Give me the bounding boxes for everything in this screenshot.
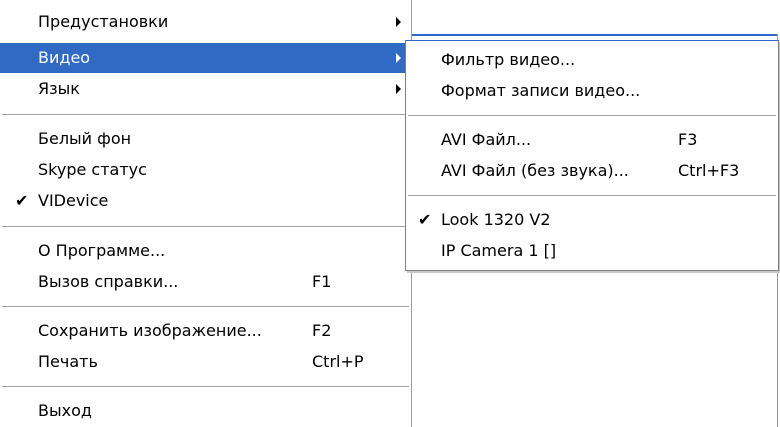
menu-item-label: Формат записи видео... <box>441 81 641 100</box>
menu-item-video[interactable]: Видео <box>0 43 411 73</box>
menu-item-label: Skype статус <box>38 160 147 179</box>
menu-item-label: IP Camera 1 [] <box>441 241 557 260</box>
video-submenu: Фильтр видео... Формат записи видео... A… <box>405 40 779 271</box>
menu-separator <box>2 226 409 228</box>
menu-item-avi-file[interactable]: AVI Файл... F3 <box>406 125 778 155</box>
submenu-arrow-icon <box>396 84 401 94</box>
menu-item-exit[interactable]: Выход <box>0 396 411 426</box>
menu-item-label: Look 1320 V2 <box>441 210 551 229</box>
menu-item-print[interactable]: Печать Ctrl+P <box>0 347 411 377</box>
menu-item-white-bg[interactable]: Белый фон <box>0 124 411 154</box>
menu-separator <box>2 306 409 308</box>
menu-item-about[interactable]: О Программе... <box>0 236 411 266</box>
menu-item-record-format[interactable]: Формат записи видео... <box>406 76 778 106</box>
submenu-arrow-icon <box>396 17 401 27</box>
menu-item-language[interactable]: Язык <box>0 74 411 104</box>
menu-item-videvice[interactable]: ✔ VIDevice <box>0 186 411 216</box>
menu-item-label: VIDevice <box>38 191 109 210</box>
menu-item-look-1320[interactable]: ✔ Look 1320 V2 <box>406 205 778 235</box>
menu-item-label: Язык <box>38 79 80 98</box>
menu-item-label: Видео <box>38 48 91 67</box>
menu-item-shortcut: F1 <box>312 272 332 291</box>
menu-item-shortcut: F3 <box>678 130 698 149</box>
menu-item-ip-camera[interactable]: IP Camera 1 [] <box>406 236 778 266</box>
menu-item-save-image[interactable]: Сохранить изображение... F2 <box>0 316 411 346</box>
menu-item-shortcut: Ctrl+P <box>312 352 364 371</box>
main-context-menu: Предустановки Видео Язык Белый фон Skype… <box>0 0 412 427</box>
check-icon: ✔ <box>418 210 432 229</box>
menu-item-shortcut: F2 <box>312 321 332 340</box>
window-background-top <box>412 0 780 36</box>
menu-item-label: Предустановки <box>38 12 169 31</box>
menu-item-shortcut: Ctrl+F3 <box>678 161 740 180</box>
menu-separator <box>2 114 409 116</box>
menu-separator <box>408 195 776 197</box>
menu-item-label: AVI Файл (без звука)... <box>441 161 629 180</box>
menu-item-avi-nosound[interactable]: AVI Файл (без звука)... Ctrl+F3 <box>406 156 778 186</box>
menu-separator <box>408 115 776 117</box>
menu-item-help[interactable]: Вызов справки... F1 <box>0 267 411 297</box>
submenu-arrow-icon <box>396 53 401 63</box>
menu-item-label: Выход <box>38 401 92 420</box>
menu-item-skype-status[interactable]: Skype статус <box>0 155 411 185</box>
menu-item-label: Фильтр видео... <box>441 50 576 69</box>
menu-item-label: AVI Файл... <box>441 130 532 149</box>
menu-item-video-filter[interactable]: Фильтр видео... <box>406 45 778 75</box>
menu-item-label: О Программе... <box>38 241 166 260</box>
check-icon: ✔ <box>15 191 29 210</box>
menu-separator <box>2 386 409 388</box>
menu-item-label: Вызов справки... <box>38 272 179 291</box>
menu-item-label: Сохранить изображение... <box>38 321 262 340</box>
menu-item-presets[interactable]: Предустановки <box>0 7 411 37</box>
menu-item-label: Белый фон <box>38 129 132 148</box>
menu-item-label: Печать <box>38 352 98 371</box>
